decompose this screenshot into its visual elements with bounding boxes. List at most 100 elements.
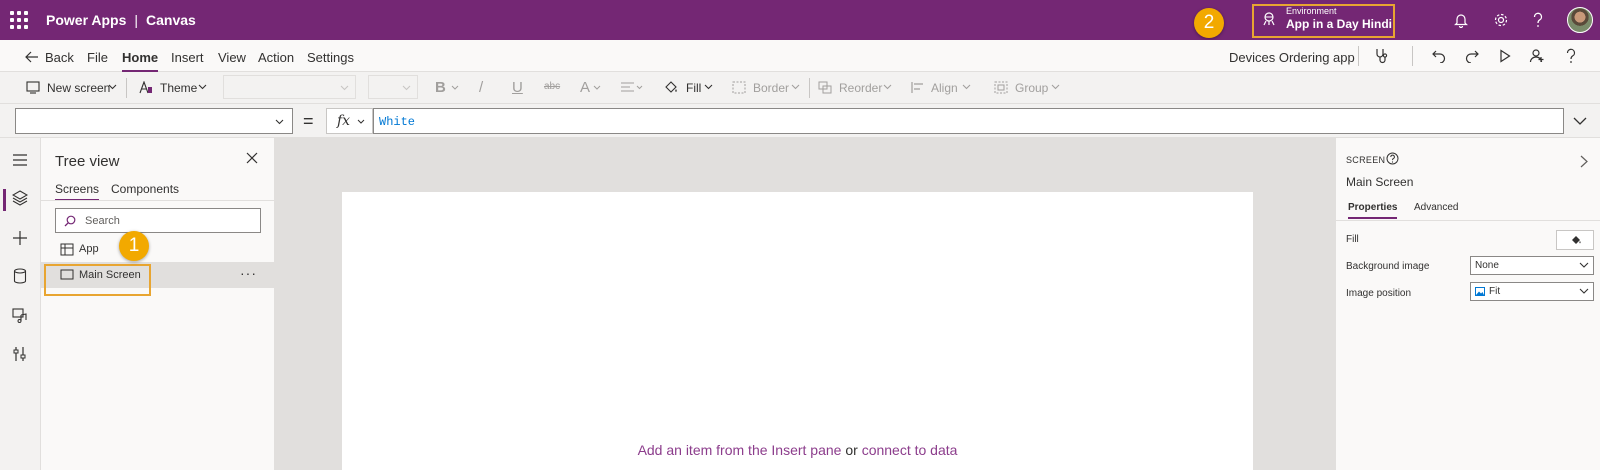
- undo-icon[interactable]: [1432, 49, 1446, 63]
- border-icon: [732, 81, 746, 94]
- help-icon[interactable]: [1532, 12, 1544, 28]
- property-dropdown[interactable]: [15, 108, 293, 134]
- chevron-down-icon: [1579, 262, 1589, 268]
- connect-data-link[interactable]: connect to data: [862, 442, 958, 458]
- border-button[interactable]: Border: [753, 81, 789, 95]
- formula-bar: = fx White: [0, 104, 1600, 138]
- more-options-icon[interactable]: ···: [240, 265, 257, 281]
- insert-plus-icon[interactable]: [12, 230, 28, 246]
- back-button[interactable]: Back: [45, 50, 74, 65]
- menu-settings[interactable]: Settings: [307, 50, 354, 65]
- insert-pane-link[interactable]: Add an item from the Insert pane: [638, 442, 842, 458]
- chevron-down-icon: [402, 85, 411, 91]
- font-color-button[interactable]: A: [580, 79, 590, 96]
- background-image-value: None: [1475, 260, 1499, 271]
- menu-file[interactable]: File: [87, 50, 108, 65]
- divider: [1412, 46, 1413, 66]
- environment-label: Environment: [1286, 6, 1337, 16]
- reorder-button[interactable]: Reorder: [839, 81, 882, 95]
- tab-components[interactable]: Components: [111, 182, 179, 196]
- close-icon[interactable]: [246, 152, 258, 164]
- settings-gear-icon[interactable]: [1493, 12, 1509, 28]
- left-rail: [0, 138, 41, 470]
- user-avatar[interactable]: [1567, 7, 1593, 33]
- share-user-icon[interactable]: [1529, 48, 1545, 64]
- tab-properties[interactable]: Properties: [1348, 202, 1398, 219]
- chevron-down-icon: [1051, 84, 1060, 90]
- background-image-label: Background image: [1346, 261, 1430, 272]
- tree-item-label: App: [79, 243, 99, 255]
- chevron-down-icon: [704, 84, 713, 90]
- image-position-label: Image position: [1346, 288, 1412, 299]
- group-button[interactable]: Group: [1015, 81, 1048, 95]
- expand-formula-chevron-icon[interactable]: [1573, 117, 1587, 125]
- app-name: Devices Ordering app: [1229, 50, 1355, 65]
- tree-view-title: Tree view: [55, 153, 120, 170]
- fill-bucket-icon: [665, 81, 677, 93]
- chevron-down-icon: [357, 119, 365, 124]
- italic-button[interactable]: /: [479, 79, 483, 96]
- image-position-value: Fit: [1489, 286, 1501, 297]
- menu-insert[interactable]: Insert: [171, 50, 204, 65]
- theme-icon: [139, 81, 152, 94]
- callout-badge-1: 1: [119, 231, 149, 261]
- app-screen-canvas[interactable]: Add an item from the Insert pane or conn…: [342, 192, 1253, 470]
- underline-button[interactable]: U: [512, 79, 523, 96]
- rail-selection-indicator: [3, 189, 6, 211]
- tab-screens[interactable]: Screens: [55, 182, 100, 201]
- theme-button[interactable]: Theme: [160, 81, 197, 95]
- chevron-down-icon: [1579, 288, 1589, 294]
- image-position-dropdown[interactable]: Fit: [1470, 282, 1594, 301]
- control-type-label: SCREEN: [1346, 155, 1386, 165]
- hamburger-menu-icon[interactable]: [12, 154, 28, 166]
- new-screen-icon: [26, 81, 40, 94]
- text-align-icon[interactable]: [620, 81, 644, 94]
- fx-label: fx: [337, 113, 351, 129]
- chevron-down-icon: [791, 84, 800, 90]
- preview-play-icon[interactable]: [1499, 49, 1511, 63]
- ribbon-toolbar: New screen Theme B / U abc A Fill Border…: [0, 72, 1600, 104]
- fill-color-picker[interactable]: [1556, 230, 1594, 250]
- fill-property-label: Fill: [1346, 234, 1359, 245]
- environment-icon: [1263, 12, 1275, 26]
- environment-name[interactable]: App in a Day Hindi: [1286, 17, 1392, 31]
- back-arrow-icon: [25, 51, 38, 63]
- fill-button[interactable]: Fill: [686, 81, 701, 95]
- highlight-main-screen: [44, 264, 151, 296]
- chevron-down-icon: [340, 85, 349, 91]
- tree-item-app[interactable]: App: [41, 236, 275, 262]
- group-icon: [994, 81, 1008, 94]
- help-circle-icon[interactable]: [1386, 152, 1399, 165]
- tab-advanced[interactable]: Advanced: [1414, 202, 1458, 213]
- bold-button[interactable]: B: [435, 79, 446, 96]
- app-launcher-icon[interactable]: [10, 11, 28, 29]
- app-checker-stethoscope-icon[interactable]: [1374, 48, 1390, 64]
- data-cylinder-icon[interactable]: [13, 268, 27, 284]
- background-image-dropdown[interactable]: None: [1470, 256, 1594, 275]
- menu-action[interactable]: Action: [258, 50, 294, 65]
- align-button[interactable]: Align: [931, 81, 958, 95]
- menu-view[interactable]: View: [218, 50, 246, 65]
- font-size-dropdown[interactable]: [368, 75, 418, 99]
- chevron-down-icon: [108, 84, 117, 90]
- tree-search-input[interactable]: Search: [55, 208, 261, 233]
- tree-view-layers-icon[interactable]: [12, 190, 28, 206]
- image-fit-icon: [1475, 287, 1485, 296]
- formula-input[interactable]: White: [373, 108, 1564, 134]
- title-separator: |: [134, 12, 139, 28]
- tab-divider: [41, 200, 275, 201]
- help-question-icon[interactable]: [1565, 48, 1577, 64]
- fx-button[interactable]: fx: [326, 108, 373, 134]
- media-icon[interactable]: [12, 307, 28, 323]
- callout-badge-2: 2: [1194, 8, 1224, 38]
- canvas-hint: Add an item from the Insert pane or conn…: [342, 442, 1253, 458]
- strikethrough-button[interactable]: abc: [544, 81, 560, 92]
- redo-icon[interactable]: [1465, 49, 1479, 63]
- notifications-icon[interactable]: [1454, 12, 1468, 28]
- new-screen-button[interactable]: New screen: [47, 81, 110, 95]
- menu-home[interactable]: Home: [122, 50, 159, 72]
- command-bar: Back File Home Insert View Action Settin…: [0, 40, 1600, 72]
- chevron-right-icon[interactable]: [1580, 155, 1588, 168]
- advanced-tools-icon[interactable]: [12, 346, 28, 362]
- font-family-dropdown[interactable]: [223, 75, 356, 99]
